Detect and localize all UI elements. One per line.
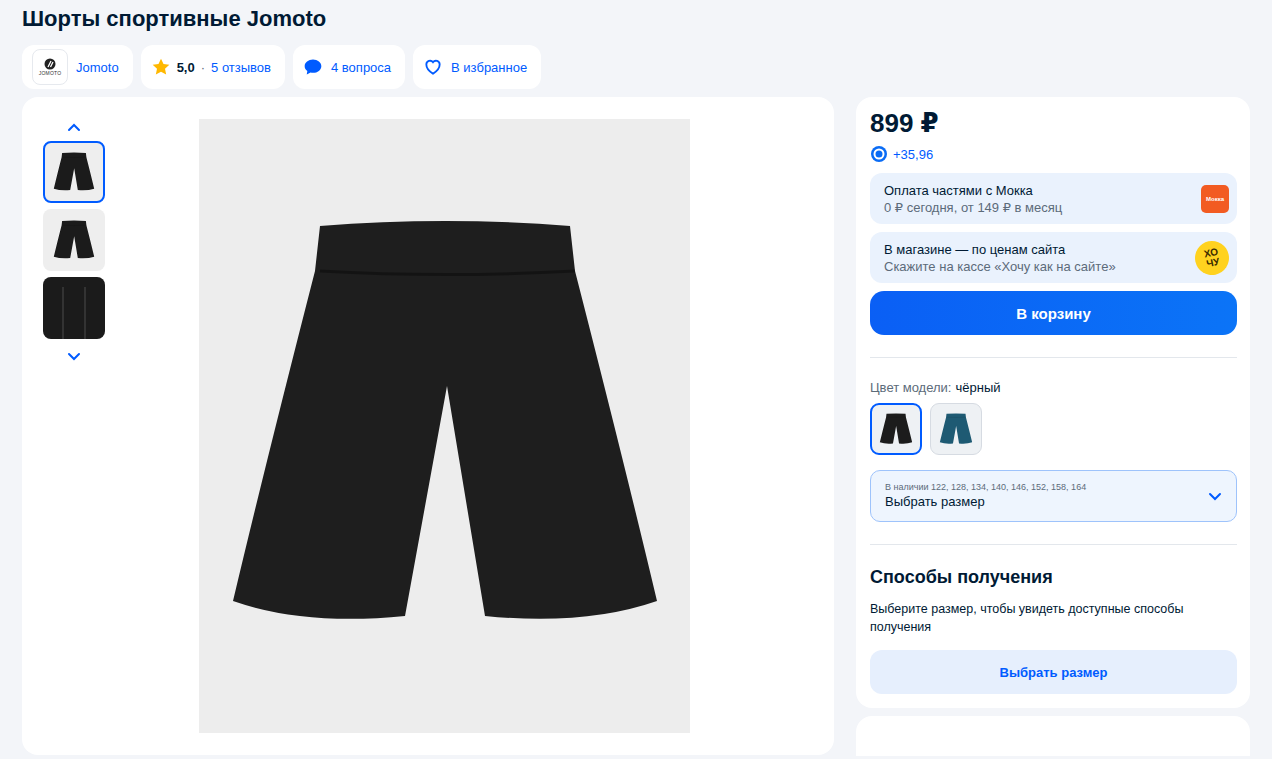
- offer-box[interactable]: В магазине — по ценам сайтаСкажите на ка…: [870, 232, 1237, 283]
- color-swatch[interactable]: [930, 403, 982, 455]
- questions-chip[interactable]: 4 вопроса: [293, 45, 405, 89]
- size-placeholder: Выбрать размер: [885, 493, 1086, 511]
- hochu-badge: ХОЧУ: [1192, 237, 1232, 277]
- color-swatches: [870, 403, 1237, 455]
- star-icon: [151, 57, 171, 77]
- delivery-title: Способы получения: [870, 567, 1237, 588]
- rating-score: 5,0: [177, 60, 195, 75]
- choose-size-label: Выбрать размер: [1000, 665, 1108, 680]
- offer-subtitle: 0 ₽ сегодня, от 149 ₽ в месяц: [884, 199, 1062, 216]
- chevron-up-icon: [67, 123, 81, 133]
- cart-button-label: В корзину: [1016, 305, 1091, 322]
- thumbnail[interactable]: [43, 209, 105, 271]
- favorite-link[interactable]: В избранное: [451, 60, 527, 75]
- thumbnail[interactable]: [43, 141, 105, 203]
- chip-row: JOMOTO Jomoto 5,0 · 5 отзывов 4 вопроса В избр…: [22, 45, 1250, 89]
- swatch-shorts-icon: [939, 413, 973, 445]
- thumbnail-list: [42, 117, 106, 755]
- bonus-row: +35,96: [870, 145, 1237, 163]
- side-column: 899 ₽ +35,96 Оплата частями с Мокка0 ₽ сег…: [856, 97, 1250, 756]
- chat-bubble-icon: [303, 57, 323, 77]
- buy-card: 899 ₽ +35,96 Оплата частями с Мокка0 ₽ сег…: [856, 97, 1250, 708]
- next-card: [856, 716, 1250, 756]
- heart-icon: [423, 57, 443, 77]
- size-availability: В наличии 122, 128, 134, 140, 146, 152, …: [885, 481, 1086, 493]
- choose-size-button[interactable]: Выбрать размер: [870, 650, 1237, 694]
- offer-box[interactable]: Оплата частями с Мокка0 ₽ сегодня, от 14…: [870, 173, 1237, 224]
- size-select-text: В наличии 122, 128, 134, 140, 146, 152, …: [885, 481, 1086, 511]
- product-title: Шорты спортивные Jomoto: [22, 6, 1250, 32]
- price: 899 ₽: [870, 107, 1237, 139]
- delivery-hint: Выберите размер, чтобы увидеть доступные…: [870, 600, 1237, 636]
- product-main: 899 ₽ +35,96 Оплата частями с Мокка0 ₽ сег…: [22, 97, 1250, 756]
- hochu-badge-text: ХОЧУ: [1200, 246, 1224, 270]
- brand-logo-text: JOMOTO: [39, 70, 62, 76]
- rating-chip[interactable]: 5,0 · 5 отзывов: [141, 45, 285, 89]
- thumbnail[interactable]: [43, 277, 105, 339]
- chevron-down-icon: [1208, 491, 1222, 501]
- color-value: чёрный: [955, 380, 1000, 395]
- brand-chip[interactable]: JOMOTO Jomoto: [22, 45, 133, 89]
- offer-subtitle: Скажите на кассе «Хочу как на сайте»: [884, 258, 1116, 275]
- offer-text: В магазине — по ценам сайтаСкажите на ка…: [884, 241, 1116, 275]
- questions-link[interactable]: 4 вопроса: [331, 60, 391, 75]
- mokka-logo-text: Мокка: [1206, 196, 1224, 202]
- divider: [870, 544, 1237, 545]
- divider: [870, 357, 1237, 358]
- product-photo: [199, 119, 690, 733]
- color-swatch[interactable]: [870, 403, 922, 455]
- offer-title: Оплата частями с Мокка: [884, 182, 1062, 199]
- offer-text: Оплата частями с Мокка0 ₽ сегодня, от 14…: [884, 182, 1062, 216]
- offer-title: В магазине — по ценам сайта: [884, 241, 1116, 258]
- rating-separator: ·: [201, 60, 205, 75]
- size-select[interactable]: В наличии 122, 128, 134, 140, 146, 152, …: [870, 470, 1237, 522]
- brand-name[interactable]: Jomoto: [76, 60, 119, 75]
- color-label: Цвет модели:: [870, 380, 951, 395]
- chevron-down-icon: [67, 351, 81, 361]
- bonus-amount: +35,96: [893, 147, 933, 162]
- brand-logo: JOMOTO: [32, 49, 68, 85]
- bonus-coin-icon: [870, 145, 888, 163]
- swatch-shorts-icon: [879, 413, 913, 445]
- mokka-logo: Мокка: [1201, 185, 1229, 213]
- favorite-chip[interactable]: В избранное: [413, 45, 541, 89]
- gallery-card: [22, 97, 834, 755]
- color-line: Цвет модели: чёрный: [870, 380, 1237, 395]
- cart-button[interactable]: В корзину: [870, 291, 1237, 335]
- reviews-link[interactable]: 5 отзывов: [211, 60, 271, 75]
- brand-mark-icon: [44, 58, 56, 70]
